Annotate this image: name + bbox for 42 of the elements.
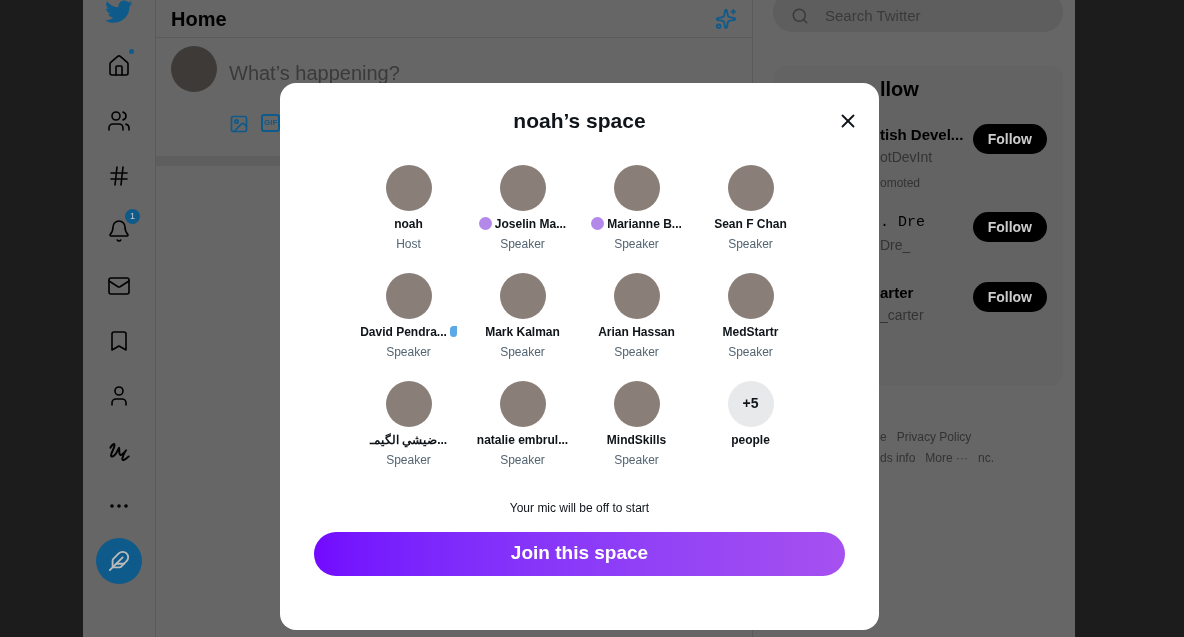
- dialog-title: noah’s space: [513, 108, 646, 134]
- follow-button[interactable]: Follow: [972, 282, 1047, 312]
- participant-name: natalie embrul...: [476, 431, 569, 449]
- mic-note: Your mic will be off to start: [509, 499, 650, 517]
- participant-role: Speaker: [386, 343, 431, 361]
- participant-name: noah: [394, 215, 423, 233]
- participant-name: Joselin Ma...: [494, 215, 567, 233]
- account-name: . Dre: [880, 213, 925, 233]
- page-title: Home: [171, 6, 227, 32]
- avatar-photo-placeholder: [171, 46, 217, 92]
- compose-button[interactable]: [96, 538, 142, 584]
- follow-button[interactable]: Follow: [972, 124, 1047, 154]
- participant-name: David Pendra...: [360, 323, 447, 341]
- participant-name: MindSkills: [606, 431, 667, 449]
- participant-role: Speaker: [614, 343, 659, 361]
- participant-role: Speaker: [728, 235, 773, 253]
- search-icon: [791, 7, 809, 25]
- feather-icon: [108, 550, 130, 572]
- more-people-count: +5: [727, 380, 774, 427]
- participant-name: MedStartr: [722, 323, 779, 341]
- participant-role: Speaker: [500, 343, 545, 361]
- participant-name: Marianne B...: [607, 215, 682, 233]
- participant-name: ضيشي الگيمـ...: [369, 431, 448, 449]
- notification-count: 1: [125, 209, 140, 224]
- card-title: llow: [880, 77, 920, 102]
- account-name: arter: [880, 283, 915, 303]
- participant-role: Host: [396, 235, 421, 253]
- participant-role: Speaker: [728, 343, 773, 361]
- participant-name: Sean F Chan: [714, 215, 787, 233]
- participant-role: Speaker: [614, 235, 659, 253]
- participant-name: Arian Hassan: [598, 323, 675, 341]
- account-name: tish Devel...: [880, 125, 964, 145]
- participant-name: people: [731, 431, 770, 449]
- participant-role: Speaker: [500, 451, 545, 469]
- participant-role: Speaker: [386, 451, 431, 469]
- communities-icon[interactable]: [106, 108, 132, 134]
- participant-role: Speaker: [614, 451, 659, 469]
- notifications-icon[interactable]: [106, 218, 132, 244]
- follow-button[interactable]: Follow: [972, 212, 1047, 242]
- participant-role: Speaker: [500, 235, 545, 253]
- join-space-button[interactable]: Join this space: [314, 531, 845, 576]
- participant-name: Mark Kalman: [485, 323, 560, 341]
